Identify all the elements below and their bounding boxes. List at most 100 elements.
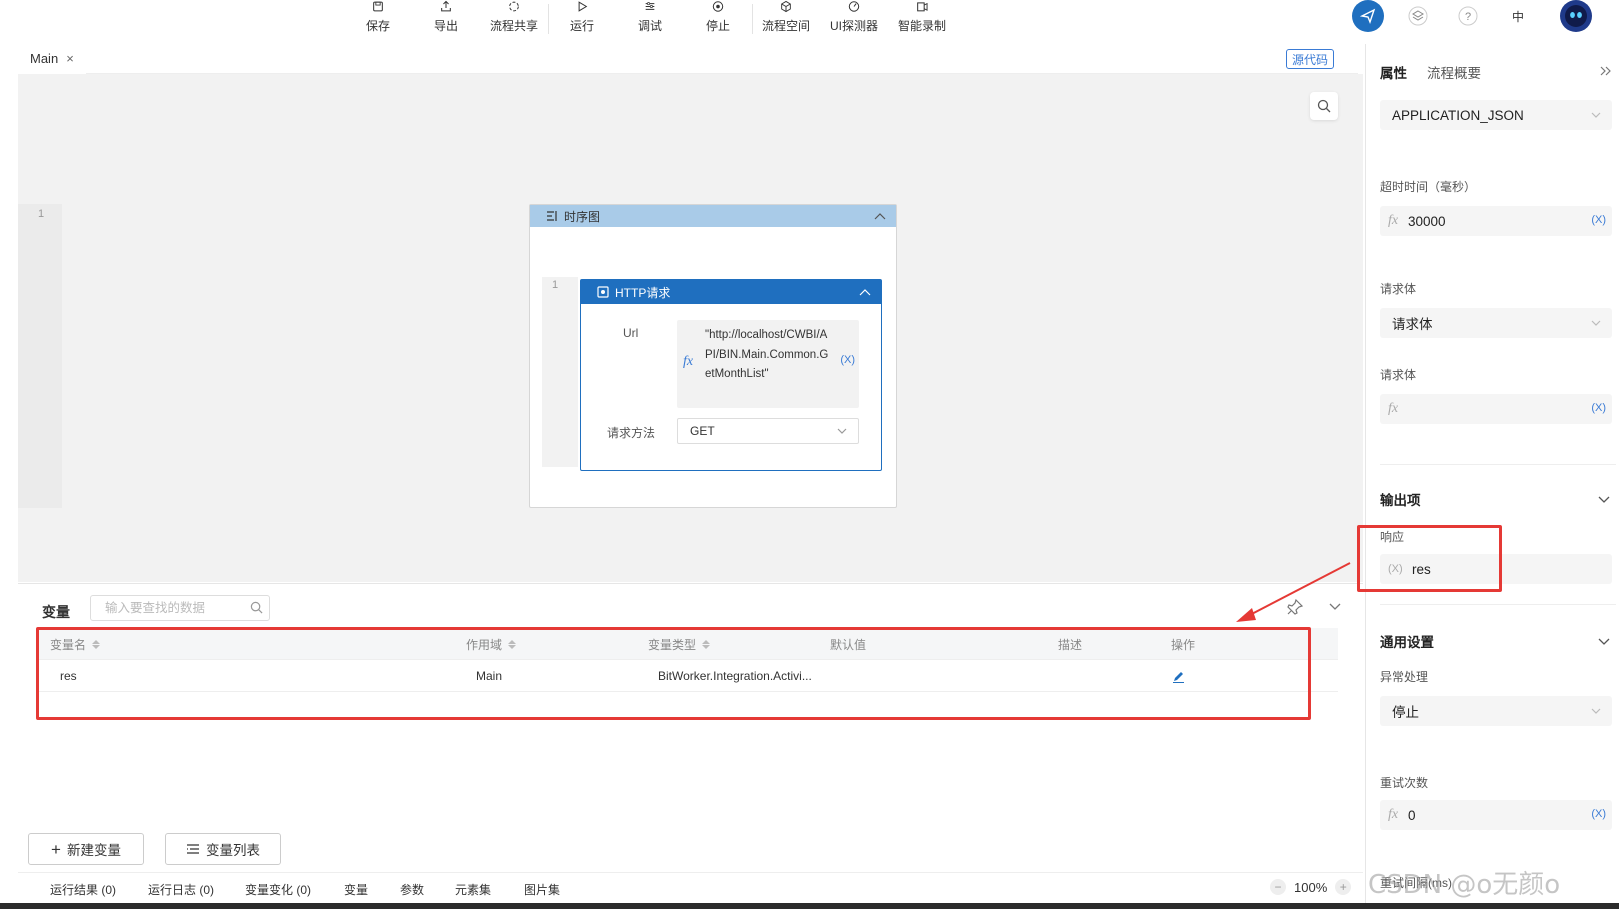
response-label: 响应 (1380, 530, 1405, 544)
variable-marker: (X) (1388, 563, 1403, 575)
new-variable-button[interactable]: + 新建变量 (28, 833, 144, 865)
layers-icon (1408, 6, 1428, 26)
zoom-out-button[interactable]: − (1270, 879, 1286, 895)
error-handling-value: 停止 (1392, 705, 1419, 720)
body-type-value: 请求体 (1392, 317, 1433, 332)
tab-parameters[interactable]: 参数 (400, 881, 424, 898)
tab-run-logs[interactable]: 运行日志 (0) (148, 881, 214, 898)
body-input[interactable]: fx (X) (1380, 394, 1612, 424)
content-type-value: APPLICATION_JSON (1392, 107, 1524, 123)
tab-process-overview[interactable]: 流程概要 (1427, 62, 1481, 82)
stop-button[interactable]: 停止 (686, 0, 750, 40)
save-button[interactable]: 保存 (346, 0, 410, 40)
save-icon (373, 1, 383, 12)
column-header-name[interactable]: 变量名 (50, 628, 101, 660)
url-label: Url (623, 326, 639, 340)
column-header-scope[interactable]: 作用域 (466, 628, 517, 660)
line-number: 1 (38, 208, 45, 220)
variable-list-button[interactable]: 变量列表 (165, 833, 281, 865)
debug-button[interactable]: 调试 (618, 0, 682, 40)
variable-name-cell[interactable]: res (60, 660, 77, 692)
url-input[interactable]: fx "http://localhost/CWBI/API/BIN.Main.C… (677, 320, 859, 408)
error-handling-select[interactable]: 停止 (1380, 696, 1612, 726)
variable-marker[interactable]: (X) (1591, 402, 1606, 414)
response-input[interactable]: (X) res (1380, 554, 1612, 584)
sequence-block[interactable]: 时序图 1 HTTP请求 Url fx "http://localhost/CW… (529, 204, 897, 508)
chevron-down-icon[interactable] (1597, 492, 1611, 506)
export-icon (441, 0, 451, 12)
tab-variables[interactable]: 变量 (344, 881, 368, 898)
tab-main[interactable]: Main × (18, 44, 86, 74)
help-icon: ? (1458, 6, 1478, 26)
timeout-input[interactable]: fx 30000 (X) (1380, 206, 1612, 236)
variable-scope-cell[interactable]: Main (476, 660, 502, 692)
plus-icon: + (51, 839, 61, 859)
zoom-in-button[interactable]: + (1335, 879, 1352, 895)
content-type-select[interactable]: APPLICATION_JSON (1380, 100, 1612, 130)
process-space-label: 流程空间 (761, 19, 810, 33)
properties-panel: 属性 流程概要 APPLICATION_JSON 超时时间（毫秒） fx 300… (1365, 44, 1619, 903)
canvas-search-button[interactable] (1310, 92, 1338, 120)
chevron-down-icon[interactable] (1597, 634, 1611, 648)
line-number: 1 (552, 279, 559, 291)
section-divider (1380, 464, 1616, 465)
variable-search[interactable] (90, 595, 270, 621)
close-icon[interactable]: × (66, 51, 74, 66)
table-row[interactable]: res Main BitWorker.Integration.Activi... (36, 660, 1338, 692)
variable-marker[interactable]: (X) (1591, 214, 1606, 226)
edit-button[interactable] (1172, 660, 1185, 692)
variable-marker[interactable]: (X) (840, 354, 855, 366)
general-section-title[interactable]: 通用设置 (1380, 631, 1434, 651)
variable-list-label: 变量列表 (206, 843, 260, 858)
double-chevron-right-icon[interactable] (1599, 64, 1613, 78)
ui-detector-label: UI探测器 (829, 19, 878, 33)
debug-icon (645, 2, 655, 10)
variable-marker[interactable]: (X) (1591, 808, 1606, 820)
timeout-label: 超时时间（毫秒） (1380, 180, 1477, 194)
stop-icon (712, 1, 724, 12)
tab-element-set[interactable]: 元素集 (455, 881, 491, 898)
body-type-label: 请求体 (1380, 282, 1417, 296)
tab-properties[interactable]: 属性 (1380, 62, 1407, 82)
sequence-header[interactable]: 时序图 (530, 205, 896, 227)
share-button[interactable]: 流程共享 (482, 0, 546, 40)
http-request-activity[interactable]: HTTP请求 Url fx "http://localhost/CWBI/API… (580, 279, 882, 471)
chevron-up-icon[interactable] (859, 287, 871, 297)
method-value: GET (690, 424, 715, 438)
variables-panel: 变量 变量名 作用域 变量类型 默认值 描述 操作 res Main BitWo… (18, 583, 1363, 865)
chevron-up-icon[interactable] (874, 211, 886, 221)
bottom-statusbar: 运行结果 (0) 运行日志 (0) 变量变化 (0) 变量 参数 元素集 图片集… (18, 872, 1363, 902)
help-button[interactable]: ? (1452, 0, 1484, 32)
retry-count-value: 0 (1408, 807, 1416, 823)
run-button[interactable]: 运行 (550, 0, 614, 40)
column-header-type[interactable]: 变量类型 (648, 628, 711, 660)
tab-image-set[interactable]: 图片集 (524, 881, 560, 898)
sequence-icon (547, 211, 557, 221)
save-button-label: 保存 (365, 19, 390, 33)
chevron-down-icon[interactable] (1327, 598, 1343, 614)
retry-count-input[interactable]: fx 0 (X) (1380, 800, 1612, 830)
tab-variable-changes[interactable]: 变量变化 (0) (245, 881, 311, 898)
avatar[interactable] (1560, 0, 1592, 32)
pin-icon[interactable] (1286, 598, 1304, 616)
fx-icon: fx (683, 354, 694, 369)
send-button[interactable] (1352, 0, 1384, 32)
process-space-button[interactable]: 流程空间 (754, 0, 818, 40)
variable-type-cell[interactable]: BitWorker.Integration.Activi... (658, 660, 812, 692)
record-icon (917, 2, 928, 12)
output-section-title[interactable]: 输出项 (1380, 489, 1421, 509)
export-button[interactable]: 导出 (414, 0, 478, 40)
send-icon (1360, 8, 1376, 24)
ui-detector-button[interactable]: UI探测器 (822, 0, 886, 40)
variable-search-input[interactable] (105, 596, 255, 620)
body-label: 请求体 (1380, 368, 1417, 382)
language-button[interactable]: 中 (1502, 0, 1534, 32)
body-type-select[interactable]: 请求体 (1380, 308, 1612, 338)
editor-tabbar: Main × 源代码 (18, 44, 1358, 74)
http-request-header[interactable]: HTTP请求 (581, 280, 881, 304)
smart-record-button[interactable]: 智能录制 (890, 0, 954, 40)
method-select[interactable]: GET (677, 418, 859, 444)
layers-button[interactable] (1402, 0, 1434, 32)
source-code-button[interactable]: 源代码 (1285, 49, 1334, 69)
tab-run-results[interactable]: 运行结果 (0) (50, 881, 116, 898)
